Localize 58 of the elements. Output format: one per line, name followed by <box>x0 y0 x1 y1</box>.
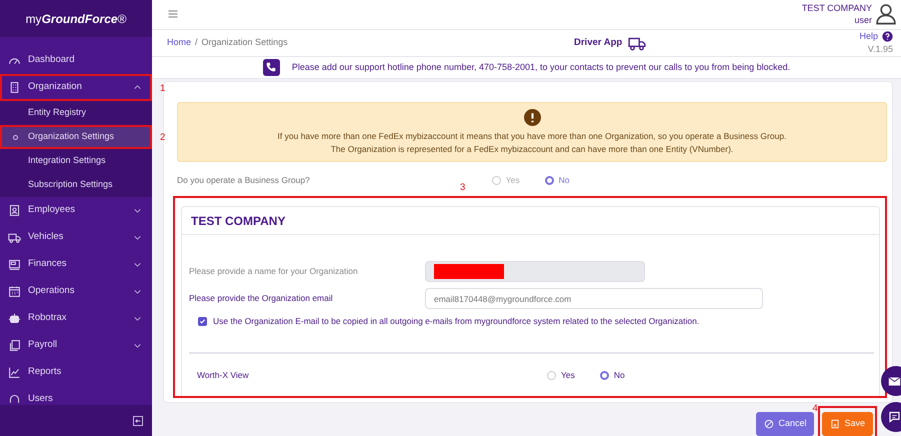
breadcrumb-item: Organization Settings <box>202 36 288 49</box>
sidebar-item[interactable]: Finances <box>0 251 152 278</box>
checkbox-label: Use the Organization E-mail to be copied in all outgoing e-mails from mygroundforce system related to the selected Organization. <box>213 315 700 328</box>
breadcrumb-item[interactable]: Home <box>167 36 192 50</box>
input-field[interactable]: email8170448@mygroundforce.com <box>425 288 763 310</box>
calendar-icon <box>8 285 21 298</box>
checkbox[interactable] <box>198 317 207 326</box>
driver-app-link[interactable]: Driver App <box>574 36 622 50</box>
field-label: Please provide a name for your Organization <box>189 265 359 278</box>
sidebar-item[interactable]: Dashboard <box>0 47 152 74</box>
question-label: Do you operate a Business Group? <box>177 174 310 187</box>
annotation-box <box>818 406 877 436</box>
id-card-icon <box>8 204 21 217</box>
sidebar-item[interactable]: Robotrax <box>0 305 152 332</box>
warning-text: The Organization is represented for a FedEx mybizaccount and can have more than one Entity (VNumber). <box>330 142 734 156</box>
sidebar-item[interactable]: Vehicles <box>0 224 152 251</box>
field-label: Worth-X View <box>197 368 250 382</box>
cancel-button[interactable]: Cancel <box>756 412 814 436</box>
chat-icon <box>888 411 901 423</box>
card-title: TEST COMPANY <box>182 207 879 236</box>
breadcrumb-separator: / <box>195 36 198 49</box>
annotation-number: 2 <box>160 131 166 145</box>
field-label: Please provide the Organization email <box>189 292 334 306</box>
robot-icon <box>8 312 21 325</box>
annotation-number: 4 <box>812 402 818 416</box>
radio-option[interactable]: No <box>600 368 625 382</box>
version-label: V.1.95 <box>866 42 893 56</box>
logo-text: myGroundForce® <box>26 10 126 28</box>
user-icon[interactable] <box>875 2 897 26</box>
exclamation-icon <box>524 108 540 126</box>
company-name: TEST COMPANY <box>802 2 872 14</box>
sidebar-item[interactable]: Payroll <box>0 332 152 359</box>
annotation-number: 1 <box>160 82 166 96</box>
chart-line-icon <box>8 366 21 379</box>
sidebar-item[interactable]: Operations <box>0 278 152 305</box>
bullet-icon <box>13 134 18 140</box>
menu-icon[interactable] <box>167 8 179 20</box>
annotation-number: 3 <box>460 181 466 196</box>
user-role: user <box>853 14 872 26</box>
radio-option[interactable]: Yes <box>547 368 575 382</box>
sidebar-item[interactable]: Users <box>0 386 152 405</box>
help-link[interactable]: Help <box>859 30 878 43</box>
warning-text: If you have more than one FedEx mybizaccount it means that you have more than one Organization, so you operate a Business Group. <box>278 130 786 143</box>
mail-icon <box>888 376 901 386</box>
collapse-icon[interactable] <box>132 414 144 426</box>
cash-register-icon <box>8 258 21 271</box>
sidebar-item[interactable]: Reports <box>0 359 152 386</box>
documents-icon <box>8 339 21 352</box>
truck-icon <box>8 231 21 244</box>
submenu-item[interactable]: Entity Registry <box>0 101 152 125</box>
radio-option[interactable]: No <box>544 174 570 187</box>
submenu-item[interactable]: Subscription Settings <box>0 173 152 197</box>
sidebar-item[interactable]: Employees <box>0 197 152 224</box>
save-icon <box>830 419 840 429</box>
building-icon <box>8 81 21 94</box>
notice-text: Please add our support hotline phone number, 470-758-2001, to your contacts to prevent our calls to you from being blocked. <box>292 60 790 74</box>
cancel-icon <box>764 419 774 429</box>
submenu-item[interactable]: Integration Settings <box>0 149 152 173</box>
